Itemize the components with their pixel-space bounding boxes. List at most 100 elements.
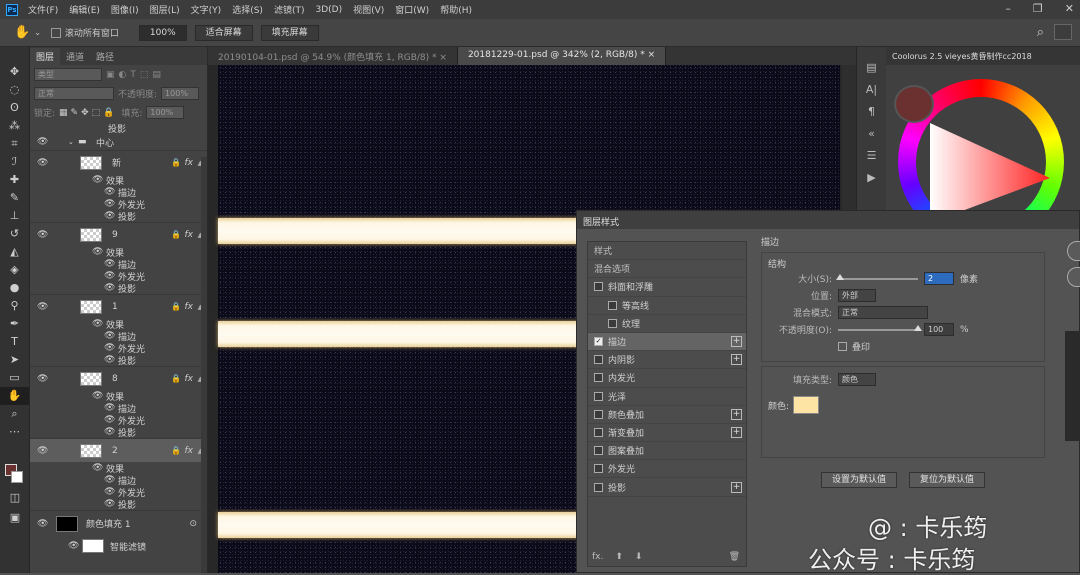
style-item[interactable]: 斜面和浮雕 — [588, 278, 746, 297]
minimize-icon[interactable]: – — [1005, 2, 1011, 15]
add-icon[interactable]: + — [731, 426, 742, 438]
close-icon[interactable]: ✕ — [1065, 2, 1074, 15]
screen-mode-icon[interactable]: ▣ — [0, 509, 30, 527]
style-checkbox[interactable] — [594, 464, 603, 474]
effect-item[interactable]: 👁 外发光 — [30, 414, 207, 427]
style-item[interactable]: 颜色叠加 + — [588, 406, 746, 424]
layer-row[interactable]: 👁8🔒fx▲ — [30, 366, 207, 390]
eye-icon[interactable]: 👁 — [104, 187, 115, 197]
fx-icon[interactable]: fx — [185, 230, 194, 240]
hand-tool-icon[interactable]: ✋ — [14, 25, 30, 40]
style-checkbox[interactable] — [594, 355, 603, 365]
tool-preset-icon[interactable]: « — [857, 123, 886, 145]
style-checkbox[interactable] — [608, 300, 617, 310]
effect-item[interactable]: 👁 外发光 — [30, 342, 207, 355]
style-checkbox[interactable] — [594, 373, 603, 383]
style-item[interactable]: ✓ 描边 + — [588, 332, 746, 352]
effect-item[interactable]: 投影 — [30, 122, 207, 135]
layer-row[interactable]: 👁2🔒fx▲ — [30, 438, 207, 462]
history-brush-icon[interactable]: ↺ — [0, 225, 29, 243]
style-checkbox[interactable] — [594, 282, 603, 292]
opacity-slider[interactable] — [838, 324, 922, 331]
eye-icon[interactable]: 👁 — [104, 355, 115, 365]
healing-brush-icon[interactable]: ✚ — [0, 171, 29, 189]
more-tools-icon[interactable]: ⋯ — [0, 423, 29, 441]
path-select-icon[interactable]: ➤ — [0, 351, 29, 369]
style-item[interactable]: 内发光 — [588, 369, 746, 388]
size-slider-knob[interactable] — [835, 273, 844, 280]
eye-icon[interactable]: 👁 — [92, 319, 103, 329]
fx-icon[interactable]: fx — [185, 374, 194, 384]
effect-item[interactable]: 👁 描边 — [30, 186, 207, 199]
size-field[interactable]: 2 — [924, 272, 954, 285]
eye-icon[interactable]: 👁 — [104, 211, 115, 221]
smart-filter-row[interactable]: 👁 智能滤镜 — [30, 536, 207, 556]
eye-icon[interactable]: 👁 — [37, 374, 48, 384]
character-icon[interactable]: A| — [857, 79, 886, 101]
blend-mode-select[interactable]: 正常 — [838, 306, 928, 319]
eye-icon[interactable]: 👁 — [104, 427, 115, 437]
style-checkbox[interactable] — [594, 446, 603, 456]
type-tool-icon[interactable]: T — [0, 333, 29, 351]
overprint-checkbox[interactable] — [838, 342, 847, 351]
shape-tool-icon[interactable]: ▭ — [0, 369, 29, 387]
background-color-swatch[interactable] — [11, 471, 23, 483]
cancel-button-edge[interactable] — [1067, 267, 1080, 287]
eyedropper-icon[interactable]: ℐ — [0, 153, 29, 171]
add-icon[interactable]: + — [731, 481, 742, 493]
menu-select[interactable]: 选择(S) — [232, 3, 263, 16]
eye-icon[interactable]: 👁 — [92, 247, 103, 257]
lock-icons[interactable]: ▦✎✥⬚🔒 — [59, 108, 117, 118]
add-icon[interactable]: + — [731, 408, 742, 420]
size-slider[interactable] — [835, 273, 918, 280]
menu-3d[interactable]: 3D(D) — [315, 5, 342, 15]
eye-icon[interactable]: 👁 — [104, 415, 115, 425]
eye-icon[interactable]: 👁 — [37, 446, 48, 456]
effects-row[interactable]: 👁 效果 — [30, 174, 207, 187]
style-item[interactable]: 纹理 — [588, 315, 746, 333]
eye-icon[interactable]: 👁 — [104, 199, 115, 209]
layer-fill-color-1[interactable]: 👁 颜色填充 1 ⊙ — [30, 510, 207, 536]
effect-item[interactable]: 👁 投影 — [30, 498, 207, 511]
effect-item[interactable]: 👁 投影 — [30, 210, 207, 223]
style-item[interactable]: 光泽 — [588, 388, 746, 406]
effect-item[interactable]: 👁 外发光 — [30, 270, 207, 283]
search-icon[interactable]: ⌕ — [1037, 25, 1044, 40]
style-checkbox[interactable] — [608, 318, 617, 328]
effect-item[interactable]: 👁 外发光 — [30, 198, 207, 211]
eye-icon[interactable]: 👁 — [37, 230, 48, 240]
eye-icon[interactable]: 👁 — [68, 541, 79, 551]
magic-wand-icon[interactable]: ⁂ — [0, 117, 29, 135]
history-icon[interactable]: ▤ — [857, 57, 886, 79]
layer-row[interactable]: 👁1🔒fx▲ — [30, 294, 207, 318]
brush-tool-icon[interactable]: ✎ — [0, 189, 29, 207]
eye-icon[interactable]: 👁 — [104, 331, 115, 341]
add-icon[interactable]: + — [731, 354, 742, 366]
eye-icon[interactable]: 👁 — [104, 499, 115, 509]
current-color-swatch[interactable] — [894, 85, 934, 123]
layer-row[interactable]: 👁新🔒fx▲ — [30, 150, 207, 174]
effects-row[interactable]: 👁 效果 — [30, 246, 207, 259]
doc-tab-1[interactable]: 20190104-01.psd @ 54.9% (颜色填充 1, RGB/8) … — [208, 47, 458, 65]
style-item[interactable]: 外发光 — [588, 460, 746, 479]
fill-screen-button[interactable]: 填充屏幕 — [260, 24, 319, 41]
position-select[interactable]: 外部 — [838, 289, 876, 302]
eye-icon[interactable]: 👁 — [37, 158, 48, 168]
style-item[interactable]: 等高线 — [588, 297, 746, 315]
restore-icon[interactable]: ❐ — [1033, 2, 1043, 15]
style-checkbox[interactable]: ✓ — [594, 337, 603, 347]
trash-icon[interactable]: 🗑 — [729, 552, 740, 562]
menu-type[interactable]: 文字(Y) — [191, 3, 222, 16]
style-item[interactable]: 混合选项 — [588, 260, 746, 279]
menu-help[interactable]: 帮助(H) — [440, 3, 472, 16]
properties-icon[interactable]: ☰ — [857, 145, 886, 167]
eye-icon[interactable]: 👁 — [92, 391, 103, 401]
add-icon[interactable]: + — [731, 336, 742, 348]
eye-icon[interactable]: 👁 — [92, 175, 103, 185]
make-default-button[interactable]: 设置为默认值 — [820, 472, 897, 488]
reset-default-button[interactable]: 复位为默认值 — [909, 472, 986, 488]
fit-screen-button[interactable]: 适合屏幕 — [194, 24, 253, 41]
filter-icons[interactable]: ▣◐T⬚▤ — [106, 70, 165, 80]
eye-icon[interactable]: 👁 — [37, 137, 48, 147]
tab-channels[interactable]: 通道 — [60, 48, 90, 65]
